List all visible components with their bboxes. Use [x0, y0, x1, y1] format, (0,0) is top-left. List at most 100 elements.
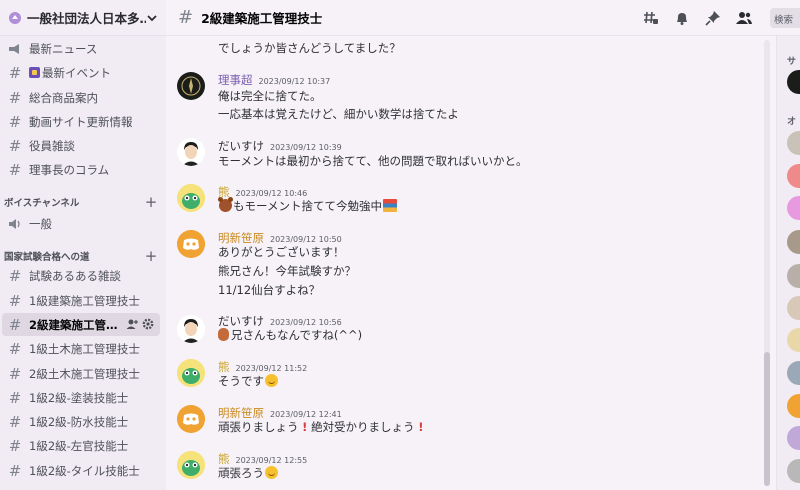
- member-avatar[interactable]: [787, 196, 800, 220]
- message-text: 絶対受かりましょう: [311, 420, 415, 434]
- bear-emoji-icon: [218, 197, 233, 212]
- channel-product-guide[interactable]: # 総合商品案内: [2, 86, 160, 109]
- member-avatar[interactable]: [787, 296, 800, 320]
- members-icon[interactable]: [736, 10, 752, 26]
- search-input[interactable]: 検索: [770, 8, 800, 28]
- channel-label: 最新ニュース: [29, 41, 98, 56]
- member-avatar[interactable]: [787, 394, 800, 418]
- channel-tile[interactable]: # 1級2級-タイル技能士: [2, 459, 160, 482]
- channel-tosou[interactable]: # 1級2級-塗装技能士: [2, 386, 160, 409]
- member-avatar[interactable]: [787, 426, 800, 450]
- avatar[interactable]: [177, 359, 205, 387]
- message-author[interactable]: 理事超: [218, 72, 253, 88]
- channel-video-updates[interactable]: # 動画サイト更新情報: [2, 110, 160, 133]
- channel-latest-news[interactable]: 最新ニュース: [2, 37, 160, 60]
- channel-label: 総合商品案内: [29, 90, 98, 105]
- message-timestamp: 2023/09/12 12:41: [270, 410, 342, 419]
- message-timestamp: 2023/09/12 10:39: [270, 143, 342, 152]
- hash-icon: #: [8, 315, 22, 334]
- channel-1kyu-kenchiku[interactable]: # 1級建築施工管理技士: [2, 289, 160, 312]
- message-timestamp: 2023/09/12 10:56: [270, 318, 342, 327]
- channel-1kyu-doboku[interactable]: # 1級土木施工管理技士: [2, 337, 160, 360]
- add-member-icon[interactable]: [126, 318, 138, 330]
- message-text-row: そうです: [218, 373, 278, 389]
- member-avatar[interactable]: [787, 264, 800, 288]
- pin-icon[interactable]: [705, 10, 721, 26]
- channel-sakan[interactable]: # 1級2級-左官技能士: [2, 434, 160, 457]
- speaker-icon: [9, 218, 20, 229]
- avatar[interactable]: [177, 138, 205, 166]
- message-list: でしょうか皆さんどうしてました？ 理事超 2023/09/12 10:37 俺は…: [166, 36, 766, 490]
- hash-icon: #: [8, 412, 22, 431]
- hash-icon: #: [8, 364, 22, 383]
- channel-label: 1級2級-防水技能士: [29, 414, 129, 429]
- channel-label: 動画サイト更新情報: [29, 114, 133, 129]
- bell-icon[interactable]: [674, 10, 690, 26]
- message-text-row: もモーメント捨てて今勉強中: [218, 197, 398, 214]
- message-text: 頑張りましょう: [218, 420, 299, 434]
- message-text: 俺は完全に捨てた。: [218, 89, 322, 103]
- member-avatar[interactable]: [787, 459, 800, 483]
- threads-icon[interactable]: [643, 10, 659, 26]
- channel-label: 一般: [29, 216, 52, 231]
- server-icon: [9, 11, 21, 24]
- channel-exam-chat[interactable]: # 試験あるある雑談: [2, 264, 160, 287]
- message-text: 一応基本は覚えたけど、細かい数学は捨てたよ: [218, 107, 459, 121]
- megaphone-icon: [9, 43, 19, 54]
- channel-sidebar: 最新ニュース # 最新イベント # 総合商品案内 # 動画サイト更新情報 # 役…: [0, 36, 166, 490]
- avatar[interactable]: [177, 230, 205, 258]
- message-timestamp: 2023/09/12 11:52: [235, 364, 308, 373]
- gear-icon[interactable]: [142, 318, 154, 330]
- voice-channel-general[interactable]: 一般: [2, 212, 160, 235]
- message-text: 11/12仙台すよね？: [218, 283, 321, 297]
- member-avatar[interactable]: [787, 164, 800, 188]
- channel-label: 2級土木施工管理技士: [29, 366, 140, 381]
- message-text: 兄さんもなんですね(^^): [231, 328, 363, 342]
- scrollbar-track[interactable]: [764, 40, 770, 486]
- smile-emoji-icon: [265, 374, 278, 387]
- message-text: モーメントは最初から捨てて、他の問題で取ればいいかと。: [218, 154, 528, 168]
- category-voice[interactable]: ボイスチャンネル +: [0, 193, 166, 211]
- category-label: ボイスチャンネル: [4, 198, 80, 209]
- avatar[interactable]: [177, 451, 205, 479]
- message-timestamp: 2023/09/12 10:46: [235, 189, 308, 198]
- hash-icon: #: [8, 291, 22, 310]
- channel-label: 2級建築施工管理…: [29, 317, 125, 332]
- header-toolbar: [643, 10, 752, 26]
- add-channel-icon[interactable]: +: [144, 247, 158, 265]
- hash-icon: #: [8, 436, 22, 455]
- avatar[interactable]: [177, 72, 205, 100]
- hash-icon: #: [8, 63, 22, 82]
- avatar[interactable]: [177, 405, 205, 433]
- channel-label: 1級2級-タイル技能士: [29, 463, 140, 478]
- channel-latest-events[interactable]: # 最新イベント: [2, 61, 160, 84]
- server-header[interactable]: 一般社団法人日本多…: [0, 0, 166, 36]
- member-avatar[interactable]: [787, 230, 800, 254]
- avatar[interactable]: [177, 315, 205, 343]
- message-text-row: 頑張りましょう ! 絶対受かりましょう !: [218, 419, 423, 435]
- member-avatar[interactable]: [787, 328, 800, 352]
- channel-2kyu-doboku[interactable]: # 2級土木施工管理技士: [2, 362, 160, 385]
- category-exam[interactable]: 国家試験合格への道 +: [0, 247, 166, 265]
- hash-icon: #: [8, 461, 22, 480]
- chevron-down-icon[interactable]: [146, 12, 158, 24]
- channel-bousui[interactable]: # 1級2級-防水技能士: [2, 410, 160, 433]
- avatar[interactable]: [177, 184, 205, 212]
- channel-2kyu-kenchiku[interactable]: # 2級建築施工管理…: [2, 313, 160, 336]
- member-avatar[interactable]: [787, 361, 800, 385]
- channel-label: 試験あるある雑談: [29, 268, 121, 283]
- server-name: 一般社団法人日本多…: [27, 11, 146, 26]
- add-channel-icon[interactable]: +: [144, 193, 158, 211]
- message-text: でしょうか皆さんどうしてました？: [218, 41, 401, 55]
- hash-icon: #: [8, 339, 22, 358]
- member-avatar[interactable]: [787, 131, 800, 155]
- message-timestamp: 2023/09/12 12:55: [235, 456, 308, 465]
- channel-officers-chat[interactable]: # 役員雑談: [2, 134, 160, 157]
- message-text: もモーメント捨てて今勉強中: [233, 199, 383, 213]
- channel-label: 1級2級-左官技能士: [29, 438, 129, 453]
- member-avatar[interactable]: [787, 70, 800, 94]
- teddy-bear-emoji-icon: [218, 328, 229, 341]
- channel-chairman-column[interactable]: # 理事長のコラム: [2, 158, 160, 181]
- scrollbar-thumb[interactable]: [764, 352, 770, 486]
- message-author[interactable]: だいすけ: [218, 138, 264, 154]
